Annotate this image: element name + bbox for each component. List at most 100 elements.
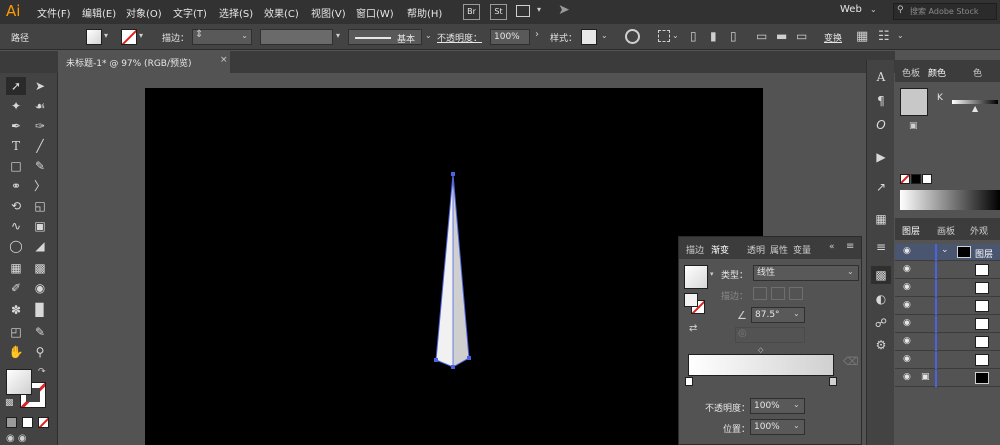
gradient-panel-icon[interactable]: ▩ xyxy=(871,266,891,284)
opacity-field[interactable]: 100% xyxy=(490,29,530,45)
midpoint-diamond[interactable]: ◇ xyxy=(758,346,763,354)
fill-swatch[interactable] xyxy=(86,29,102,45)
arrange-docs-icon[interactable] xyxy=(516,5,530,17)
layer-row[interactable]: ◉ xyxy=(895,298,1000,315)
chevron-down-icon[interactable]: ⌄ xyxy=(601,31,608,40)
default-colors-icon[interactable]: ▩ xyxy=(5,398,14,408)
align-left-icon[interactable]: ▯ xyxy=(690,29,697,43)
color-mode-button[interactable] xyxy=(6,417,17,428)
export-panel-icon[interactable]: ↗ xyxy=(871,178,891,196)
chevron-down-icon[interactable]: ▾ xyxy=(139,31,143,40)
none-color-chip[interactable] xyxy=(900,174,910,184)
gradient-tool-icon[interactable]: ▩ xyxy=(30,259,50,277)
align-panel-icon[interactable]: ▦ xyxy=(871,210,891,228)
menu-object[interactable]: 对象(O) xyxy=(126,5,162,20)
menu-help[interactable]: 帮助(H) xyxy=(407,5,442,20)
tab-color-guide[interactable]: 色 xyxy=(973,66,982,79)
layer-row[interactable]: ◉ xyxy=(895,280,1000,297)
symbol-sprayer-tool-icon[interactable]: ✽ xyxy=(6,301,26,319)
gradient-stop-left[interactable] xyxy=(685,377,693,386)
tab-stroke[interactable]: 描边 xyxy=(686,243,704,256)
hand-tool-icon[interactable]: ✋ xyxy=(6,343,26,361)
eye-icon[interactable]: ◉ xyxy=(903,354,911,364)
white-color-chip[interactable] xyxy=(922,174,932,184)
chevron-down-icon[interactable]: ▾ xyxy=(537,5,541,14)
artboard[interactable] xyxy=(145,88,763,445)
spike-shape[interactable] xyxy=(145,88,763,445)
document-tab[interactable]: 未标题-1* @ 97% (RGB/预览) × xyxy=(58,51,230,73)
swap-colors-icon[interactable]: ↷ xyxy=(38,367,46,377)
actions-panel-icon[interactable]: ▶ xyxy=(871,148,891,166)
perspective-grid-tool-icon[interactable]: ◢ xyxy=(30,237,50,255)
tab-variables[interactable]: 变量 xyxy=(793,243,811,256)
line-segment-tool-icon[interactable]: ╱ xyxy=(30,137,50,155)
eyedropper-tool-icon[interactable]: ✐ xyxy=(6,279,26,297)
eye-icon[interactable]: ◉ xyxy=(903,282,911,292)
anchor-point[interactable] xyxy=(434,358,438,362)
transparency-panel-icon[interactable]: ◐ xyxy=(871,290,891,308)
eye-icon[interactable]: ◉ xyxy=(903,264,911,274)
reverse-gradient-icon[interactable]: ⇄ xyxy=(689,323,697,334)
stroke-swatch-none[interactable] xyxy=(121,29,137,45)
layer-name[interactable]: 图层 xyxy=(975,247,993,260)
chevron-down-icon[interactable]: ⌄ xyxy=(672,31,679,40)
variable-width-profile[interactable] xyxy=(260,29,333,45)
stroke-panel-icon[interactable]: ≡ xyxy=(871,238,891,256)
fill-stroke-mini-swatch[interactable] xyxy=(684,293,698,307)
tab-layers[interactable]: 图层 xyxy=(902,224,920,237)
stroke-weight-stepper[interactable]: ⇕ ⌄ xyxy=(192,29,252,45)
gradient-slider-bar[interactable] xyxy=(688,354,834,376)
free-transform-tool-icon[interactable]: ▣ xyxy=(30,217,50,235)
fill-color-swatch[interactable] xyxy=(6,369,32,395)
eye-icon[interactable]: ◉ xyxy=(903,336,911,346)
stock-button[interactable]: St xyxy=(490,4,507,20)
tab-color[interactable]: 颜色 xyxy=(928,66,946,79)
chevron-down-icon[interactable]: ▾ xyxy=(710,270,714,278)
links-panel-icon[interactable]: ☍ xyxy=(871,314,891,332)
mesh-tool-icon[interactable]: ▦ xyxy=(6,259,26,277)
panel-menu-icon[interactable]: ≡ xyxy=(846,241,854,252)
layer-row-top[interactable]: ◉ ⌄ 图层 xyxy=(895,244,1000,261)
shape-builder-tool-icon[interactable]: ◯ xyxy=(6,237,26,255)
chevron-down-icon[interactable]: ▾ xyxy=(336,31,340,40)
align-right-icon[interactable]: ▯ xyxy=(730,29,737,43)
tab-swatches[interactable]: 色板 xyxy=(902,66,920,79)
tab-attributes[interactable]: 属性 xyxy=(770,243,788,256)
direct-selection-tool-icon[interactable]: ➤ xyxy=(30,77,50,95)
panel-collapse-icon[interactable]: « xyxy=(829,242,835,252)
anchor-point[interactable] xyxy=(451,365,455,369)
curvature-tool-icon[interactable]: ✑ xyxy=(30,117,50,135)
color-spectrum-ramp[interactable] xyxy=(900,190,1000,210)
brush-definition-dropdown[interactable]: 基本 xyxy=(348,29,422,45)
recolor-artwork-icon[interactable] xyxy=(625,29,640,44)
anchor-point[interactable] xyxy=(451,172,455,176)
gpu-performance-icon[interactable]: ➤ xyxy=(558,2,570,18)
layer-row[interactable]: ◉ xyxy=(895,334,1000,351)
chevron-down-icon[interactable]: ▾ xyxy=(104,31,108,40)
eraser-tool-icon[interactable]: 〉 xyxy=(30,177,50,195)
menu-view[interactable]: 视图(V) xyxy=(311,5,346,20)
zoom-tool-icon[interactable]: ⚲ xyxy=(30,343,50,361)
black-color-chip[interactable] xyxy=(911,174,921,184)
pen-tool-icon[interactable]: ✒ xyxy=(6,117,26,135)
width-tool-icon[interactable]: ∿ xyxy=(6,217,26,235)
isolate-object-icon[interactable]: ▦ xyxy=(856,29,868,44)
shaper-tool-icon[interactable]: ⚭ xyxy=(6,177,26,195)
paintbrush-tool-icon[interactable]: ✎ xyxy=(30,157,50,175)
edit-artboards-icon[interactable]: ☷ xyxy=(878,29,890,44)
rectangle-tool-icon[interactable]: □ xyxy=(6,157,26,175)
bridge-button[interactable]: Br xyxy=(463,4,480,20)
tab-gradient[interactable]: 渐变 xyxy=(711,243,729,256)
close-icon[interactable]: × xyxy=(220,55,228,65)
lasso-tool-icon[interactable]: ☙ xyxy=(30,97,50,115)
rotate-tool-icon[interactable]: ⟲ xyxy=(6,197,26,215)
menu-select[interactable]: 选择(S) xyxy=(219,5,253,20)
slice-tool-icon[interactable]: ✎ xyxy=(30,323,50,341)
chevron-down-icon[interactable]: ⌄ xyxy=(941,245,949,255)
eye-icon[interactable]: ◉ xyxy=(903,300,911,310)
k-slider-thumb[interactable]: ▲ xyxy=(972,104,978,113)
paragraph-panel-icon[interactable]: ¶ xyxy=(871,92,891,110)
character-panel-icon[interactable]: A xyxy=(871,68,891,86)
menu-effect[interactable]: 效果(C) xyxy=(264,5,299,20)
blend-tool-icon[interactable]: ◉ xyxy=(30,279,50,297)
